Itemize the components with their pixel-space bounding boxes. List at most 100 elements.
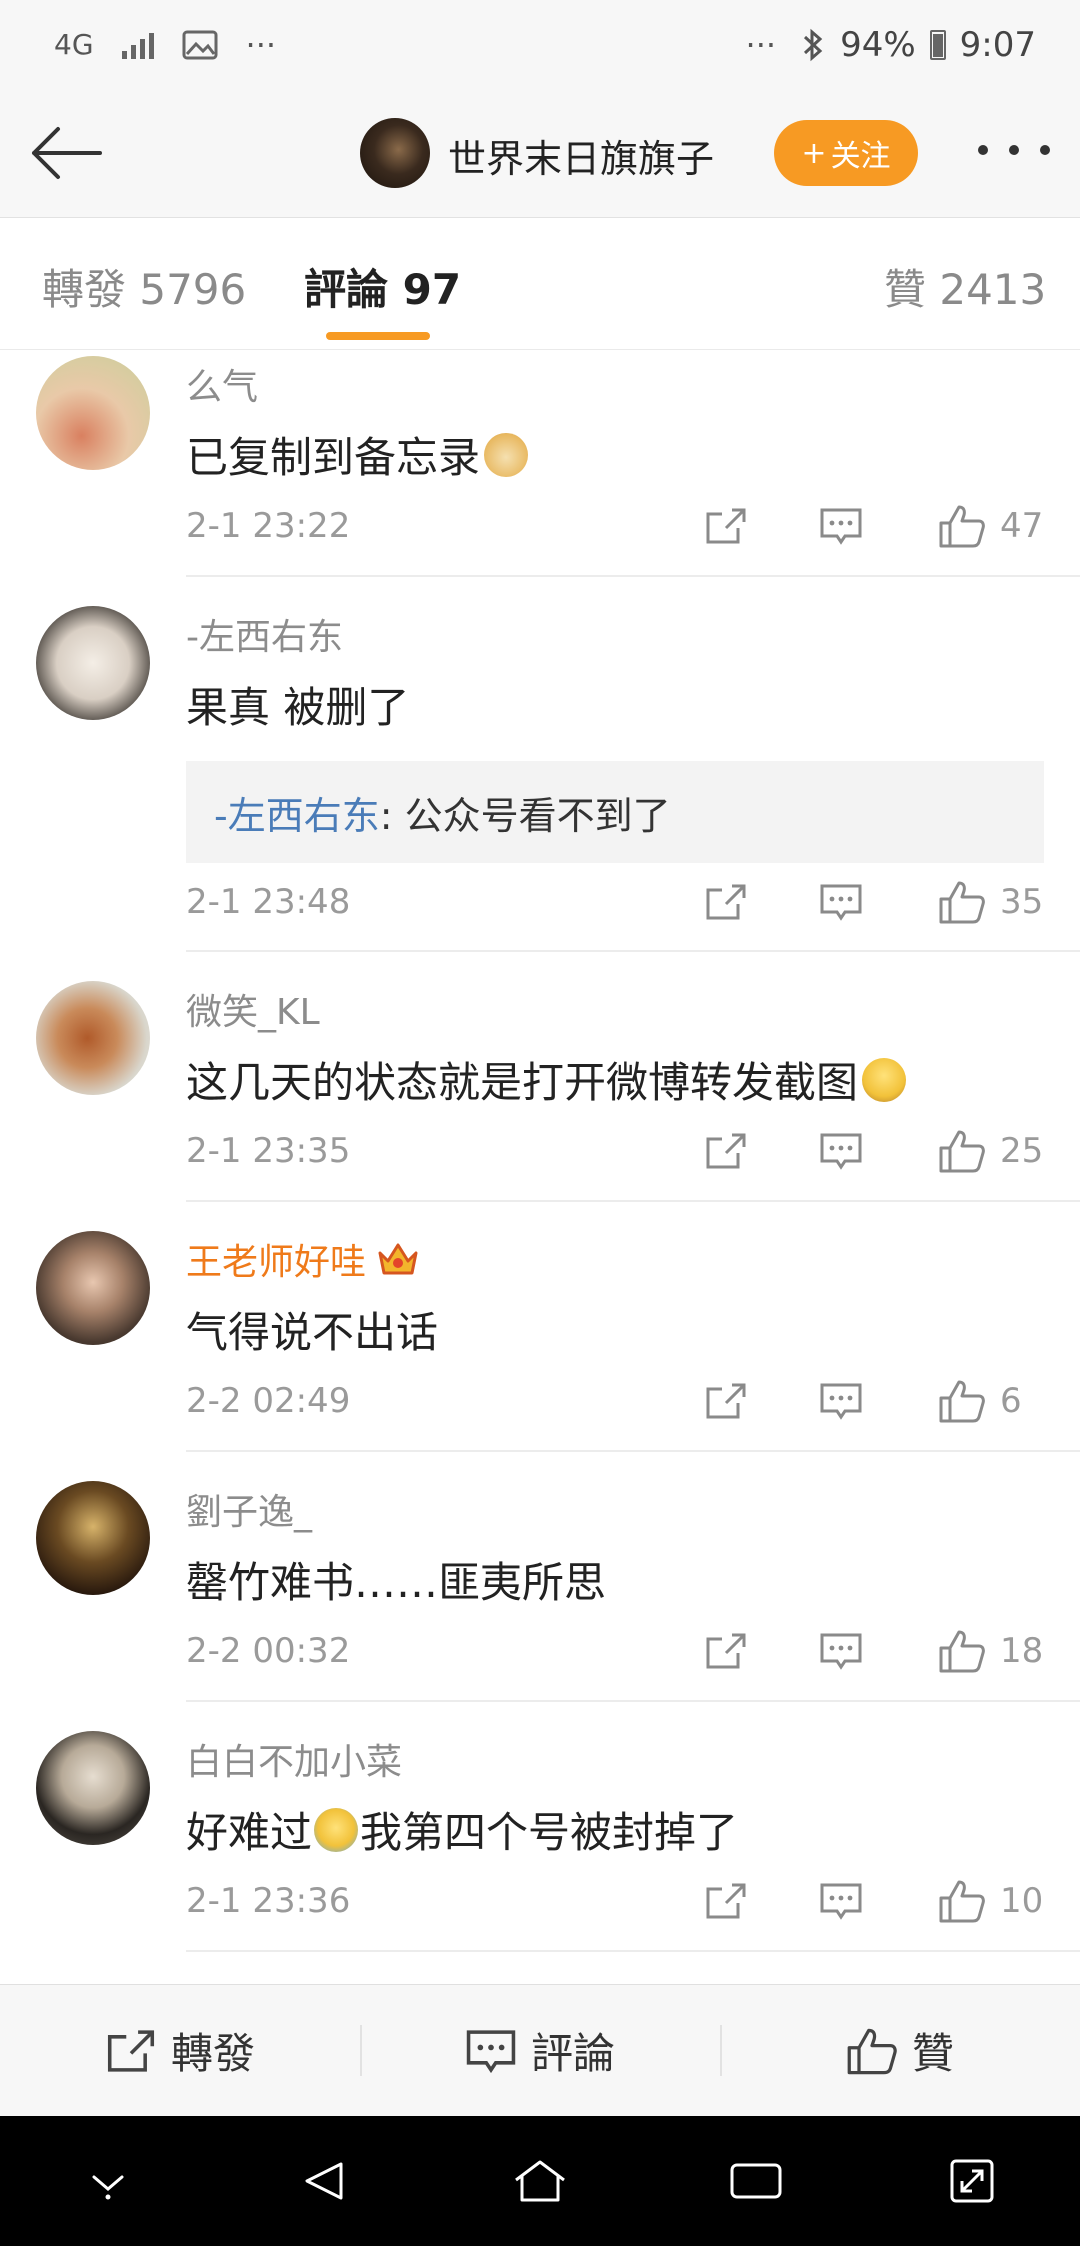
like-count: 35 — [1000, 882, 1044, 922]
tab-likes[interactable]: 贊 2413 — [884, 256, 1046, 317]
bottom-action-bar: 轉發 評論 贊 — [0, 1984, 1080, 2116]
signal-icon — [121, 31, 154, 59]
repost-button[interactable]: 轉發 — [0, 1985, 360, 2116]
chevron-down-icon — [92, 2175, 124, 2200]
share-button[interactable] — [686, 882, 766, 922]
thumbs-up-icon — [939, 881, 985, 924]
commenter-name[interactable]: 王老师好哇 — [186, 1233, 1044, 1285]
commenter-name[interactable]: 微笑_KL — [186, 983, 1044, 1035]
hide-keyboard-button[interactable] — [68, 2141, 148, 2221]
like-button[interactable]: 35 — [938, 879, 1044, 925]
status-left: 4G ··· — [54, 26, 276, 64]
reply-button[interactable] — [766, 1631, 916, 1671]
comment-actions: 10 — [686, 1878, 1044, 1924]
avatar[interactable] — [36, 1731, 150, 1845]
more-options-button[interactable] — [978, 130, 1050, 170]
reply-text: : 公众号看不到了 — [379, 793, 671, 838]
thumbs-up-icon — [939, 1380, 985, 1423]
system-home-button[interactable] — [500, 2141, 580, 2221]
comment-time: 2-1 23:22 — [186, 506, 351, 546]
back-button[interactable] — [28, 120, 104, 186]
divider — [186, 575, 1080, 577]
back-triangle-icon — [305, 2162, 343, 2200]
reply-button[interactable] — [766, 1881, 916, 1921]
system-back-button[interactable] — [284, 2141, 364, 2221]
comment-body: 白白不加小菜 好难过 我第四个号被封掉了 — [186, 1733, 1044, 1860]
comment-meta: 2-1 23:48 35 — [186, 872, 1044, 932]
like-button[interactable]: 47 — [938, 503, 1044, 549]
comment-time: 2-1 23:35 — [186, 1131, 351, 1171]
author-name[interactable]: 世界末日旗旗子 — [448, 128, 714, 183]
nested-reply[interactable]: -左西右东 : 公众号看不到了 — [186, 761, 1044, 863]
plus-icon: + — [801, 135, 827, 171]
like-button[interactable]: 6 — [938, 1378, 1044, 1424]
share-button[interactable] — [686, 1881, 766, 1921]
comment-text-content: 我第四个号被封掉了 — [360, 1808, 739, 1857]
comment-text-content: 好难过 — [186, 1808, 313, 1857]
reply-button[interactable] — [766, 882, 916, 922]
comment-body: 劉子逸_ 罄竹难书……匪夷所思 — [186, 1483, 1044, 1610]
follow-button[interactable]: + 关注 — [774, 120, 918, 186]
like-label: 贊 — [911, 2029, 954, 2078]
share-button[interactable] — [686, 506, 766, 546]
more-dot — [978, 145, 988, 155]
home-icon — [515, 2160, 565, 2202]
vip-crown-icon — [378, 1243, 418, 1275]
share-icon — [706, 884, 746, 920]
comment-actions: 6 — [686, 1378, 1044, 1424]
gallery-icon — [182, 30, 218, 60]
recents-icon — [730, 2163, 782, 2199]
comment-meta: 2-1 23:22 47 — [186, 496, 1044, 556]
commenter-name[interactable]: -左西右东 — [186, 608, 1044, 660]
author-avatar[interactable] — [360, 118, 430, 188]
comment-body: 微笑_KL 这几天的状态就是打开微博转发截图 — [186, 983, 1044, 1110]
share-button[interactable] — [686, 1381, 766, 1421]
like-button[interactable]: 10 — [938, 1878, 1044, 1924]
tab-repost[interactable]: 轉發 5796 — [42, 256, 246, 317]
like-button[interactable]: 25 — [938, 1128, 1044, 1174]
battery-icon — [929, 30, 946, 60]
comment-icon — [820, 1383, 862, 1420]
comment-body: -左西右东 果真 被删了 -左西右东 : 公众号看不到了 — [186, 608, 1044, 863]
divider — [186, 1200, 1080, 1202]
expand-button[interactable] — [932, 2141, 1012, 2221]
commenter-name[interactable]: 劉子逸_ — [186, 1483, 1044, 1535]
battery-percent: 94% — [840, 25, 916, 65]
avatar[interactable] — [36, 1481, 150, 1595]
comment-body: 么气 已复制到备忘录 — [186, 358, 1044, 485]
share-button[interactable] — [686, 1131, 766, 1171]
avatar[interactable] — [36, 356, 150, 470]
commenter-name[interactable]: 么气 — [186, 358, 1044, 410]
reply-button[interactable] — [766, 506, 916, 546]
commenter-name[interactable]: 白白不加小菜 — [186, 1733, 1044, 1785]
reply-author[interactable]: -左西右东 — [214, 785, 380, 840]
comment-list: 么气 已复制到备忘录 2-1 23:22 47 -左西右东 果真 被删了 -左西… — [0, 350, 1080, 1984]
avatar[interactable] — [36, 1231, 150, 1345]
like-count: 47 — [1000, 506, 1044, 546]
share-icon — [706, 1133, 746, 1169]
reply-button[interactable] — [766, 1131, 916, 1171]
comment-body: 王老师好哇 气得说不出话 — [186, 1233, 1044, 1360]
share-icon — [706, 1633, 746, 1669]
comment-actions: 35 — [686, 879, 1044, 925]
comment-text-content: 果真 被删了 — [186, 683, 410, 732]
avatar[interactable] — [36, 981, 150, 1095]
more-dot — [1040, 145, 1050, 155]
thumbs-up-icon — [939, 1880, 985, 1923]
share-icon — [107, 2029, 155, 2072]
comment-time: 2-1 23:48 — [186, 882, 351, 922]
system-recents-button[interactable] — [716, 2141, 796, 2221]
like-button[interactable]: 18 — [938, 1628, 1044, 1674]
share-button[interactable] — [686, 1631, 766, 1671]
comment-time: 2-1 23:36 — [186, 1881, 351, 1921]
thumbs-up-icon — [939, 1130, 985, 1173]
comment-button[interactable]: 評論 — [360, 1985, 720, 2116]
divider — [186, 1450, 1080, 1452]
commenter-name-text: -左西右东 — [186, 617, 343, 658]
avatar[interactable] — [36, 606, 150, 720]
like-post-button[interactable]: 贊 — [720, 1985, 1080, 2116]
reply-button[interactable] — [766, 1381, 916, 1421]
tab-bar: 轉發 5796 評論 97 贊 2413 — [0, 218, 1080, 350]
comment-text-content: 已复制到备忘录 — [186, 433, 481, 482]
tab-comments[interactable]: 評論 97 — [304, 256, 461, 317]
